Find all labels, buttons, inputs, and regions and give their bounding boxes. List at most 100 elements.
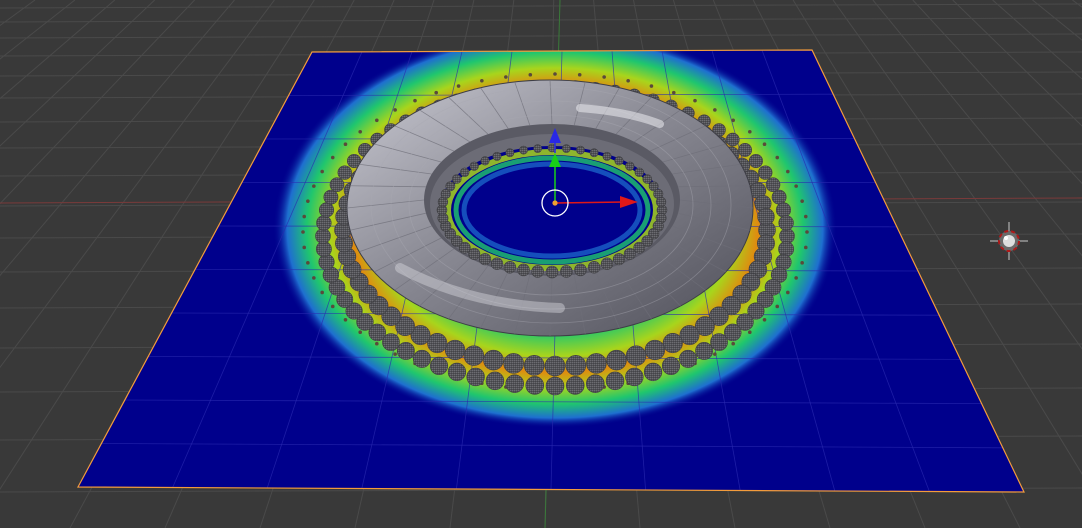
weight-dot [393, 108, 397, 112]
sphere [602, 151, 612, 161]
grid-line [1072, 0, 1082, 8]
weight-dot [375, 118, 379, 123]
torus-object[interactable] [346, 79, 754, 337]
weight-dot [480, 79, 484, 83]
sphere [587, 261, 601, 274]
grid-line [0, 0, 76, 60]
sphere [463, 345, 485, 366]
weight-dot [731, 341, 735, 346]
weight-dot [713, 352, 717, 356]
sphere [644, 339, 666, 361]
sphere [531, 265, 544, 278]
sphere [778, 215, 794, 231]
sphere [738, 143, 752, 157]
viewport-canvas[interactable] [0, 0, 1082, 528]
sphere [695, 341, 714, 360]
sphere [586, 353, 607, 374]
sphere [600, 257, 614, 270]
sphere [625, 367, 644, 387]
weight-dot [786, 290, 790, 295]
weight-dot [375, 341, 379, 346]
sphere [586, 374, 605, 393]
sphere [490, 257, 504, 270]
weight-dot [343, 142, 348, 147]
weight-dot [320, 290, 324, 295]
sphere [318, 202, 335, 218]
sphere [492, 151, 502, 161]
sphere [661, 356, 681, 376]
sphere [485, 371, 505, 391]
sphere [480, 156, 490, 166]
grid-line [0, 33, 1082, 39]
weight-dot [775, 304, 780, 309]
sphere [519, 145, 528, 155]
sphere [323, 189, 339, 205]
weight-dot [762, 317, 767, 322]
grid-line [0, 0, 116, 100]
sphere [643, 362, 663, 382]
sphere [503, 353, 524, 374]
weight-dot [747, 129, 752, 134]
sphere [447, 362, 467, 382]
weight-dot [320, 169, 324, 174]
sphere [318, 253, 335, 271]
sphere [445, 181, 456, 192]
sphere [329, 177, 345, 192]
weight-dot [358, 330, 363, 335]
weight-dot [434, 90, 439, 95]
weight-dot [671, 90, 676, 95]
grid-line [0, 0, 36, 27]
weight-dot [794, 184, 798, 188]
weight-dot [794, 276, 798, 280]
weight-dot [803, 214, 808, 219]
sphere [655, 196, 667, 208]
gizmo-x-axis[interactable] [554, 201, 626, 204]
weight-dot [302, 214, 307, 219]
weight-dot [553, 72, 557, 76]
sphere [503, 261, 517, 274]
sphere [614, 156, 624, 166]
sphere [662, 333, 683, 354]
weight-dot [731, 118, 735, 123]
sphere [605, 371, 625, 391]
weight-dot [330, 155, 335, 160]
weight-dot [312, 276, 316, 280]
weight-dot [301, 230, 305, 234]
sphere [444, 339, 466, 361]
weight-dot [800, 199, 804, 203]
sphere [562, 144, 571, 153]
sphere [589, 148, 599, 158]
sphere [469, 161, 479, 171]
sphere [412, 349, 431, 368]
weight-dot [302, 245, 307, 250]
sphere [545, 265, 559, 279]
sphere [710, 333, 728, 351]
weight-dot [456, 84, 461, 88]
weight-dot [602, 75, 606, 79]
sphere [316, 215, 332, 231]
sphere [560, 265, 573, 278]
weight-dot [343, 317, 348, 322]
sphere [634, 167, 644, 177]
sphere [478, 253, 492, 266]
weight-dot [306, 199, 310, 203]
object-origin-dot [552, 200, 558, 206]
grid-line [992, 0, 1082, 80]
sphere [505, 374, 524, 393]
weight-dot [713, 108, 717, 112]
sphere [565, 355, 587, 376]
weight-dot [786, 169, 790, 174]
weight-dot [805, 230, 809, 234]
3d-viewport[interactable] [0, 0, 1082, 528]
sphere [396, 341, 415, 360]
sphere [460, 167, 470, 177]
weight-dot [393, 352, 397, 356]
sphere [533, 144, 542, 153]
sphere [775, 202, 792, 218]
sphere [576, 145, 585, 155]
weight-dot [312, 184, 316, 188]
sphere [612, 253, 626, 266]
sphere [574, 263, 587, 277]
weight-dot [762, 142, 767, 147]
sphere [517, 263, 530, 277]
